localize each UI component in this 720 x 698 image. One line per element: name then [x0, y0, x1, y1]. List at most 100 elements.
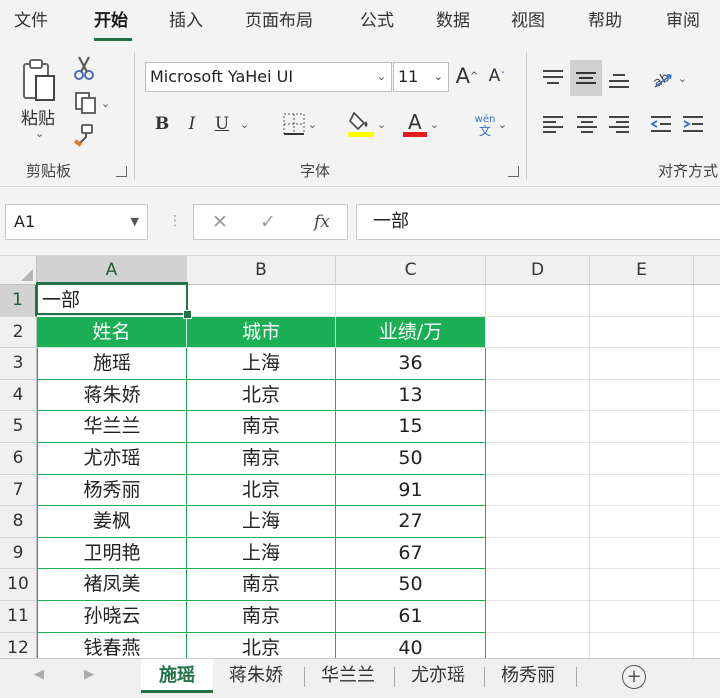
- table-cell[interactable]: 施瑶: [37, 348, 187, 380]
- align-right-icon[interactable]: [604, 108, 634, 140]
- align-left-icon[interactable]: [538, 108, 568, 140]
- tab-help[interactable]: 帮助: [588, 8, 622, 34]
- tab-page-layout[interactable]: 页面布局: [245, 8, 313, 34]
- empty-cell[interactable]: [486, 537, 590, 570]
- empty-cell[interactable]: [590, 443, 694, 475]
- copy-icon[interactable]: ⌄: [70, 90, 114, 116]
- table-cell[interactable]: 91: [336, 474, 486, 507]
- empty-cell[interactable]: [590, 411, 694, 443]
- empty-cell[interactable]: [694, 285, 720, 317]
- column-header-e[interactable]: E: [590, 256, 694, 285]
- table-cell[interactable]: 15: [336, 411, 486, 443]
- empty-cell[interactable]: [590, 506, 694, 538]
- empty-cell[interactable]: [486, 506, 590, 538]
- grow-font-button[interactable]: A ^: [454, 62, 480, 90]
- sheet-tab-2[interactable]: 蒋朱娇: [215, 659, 297, 693]
- empty-cell[interactable]: [590, 601, 694, 633]
- empty-cell[interactable]: [694, 538, 720, 570]
- column-header-f[interactable]: [694, 256, 720, 285]
- table-cell[interactable]: 北京: [187, 379, 336, 412]
- column-header-d[interactable]: D: [486, 256, 590, 285]
- empty-cell[interactable]: [486, 569, 590, 601]
- empty-cell[interactable]: [486, 474, 590, 507]
- table-header-cell[interactable]: 姓名: [37, 316, 187, 349]
- row-header-6[interactable]: 6: [0, 443, 37, 475]
- sheet-tab-1[interactable]: 施瑶: [141, 659, 213, 693]
- align-center-icon[interactable]: [572, 108, 602, 140]
- column-header-c[interactable]: C: [336, 256, 486, 285]
- table-cell[interactable]: 卫明艳: [37, 537, 187, 570]
- table-cell[interactable]: 蒋朱娇: [37, 379, 187, 412]
- bold-button[interactable]: B: [150, 110, 174, 138]
- empty-cell[interactable]: [590, 632, 694, 658]
- underline-dropdown-chevron-icon[interactable]: ⌄: [236, 110, 250, 138]
- table-cell[interactable]: 南京: [187, 443, 336, 475]
- fill-handle[interactable]: [183, 310, 192, 319]
- empty-cell[interactable]: [486, 348, 590, 380]
- table-cell[interactable]: 北京: [187, 474, 336, 507]
- table-cell[interactable]: 上海: [187, 537, 336, 570]
- row-header-1[interactable]: 1: [0, 285, 37, 317]
- enter-icon[interactable]: ✓: [260, 205, 276, 239]
- paste-dropdown-chevron-icon[interactable]: ⌄: [30, 126, 46, 140]
- shrink-font-button[interactable]: Aˇ: [484, 62, 510, 90]
- sheet-tab-3[interactable]: 华兰兰: [307, 659, 389, 693]
- orientation-icon[interactable]: ab ⌄: [646, 62, 692, 94]
- empty-cell[interactable]: [486, 316, 590, 349]
- table-cell[interactable]: 姜枫: [37, 506, 187, 538]
- phonetic-dropdown-chevron-icon[interactable]: ⌄: [494, 114, 508, 134]
- row-header-4[interactable]: 4: [0, 379, 37, 412]
- tab-insert[interactable]: 插入: [169, 8, 203, 34]
- empty-cell[interactable]: [694, 633, 720, 658]
- paste-button[interactable]: 粘贴: [16, 104, 60, 129]
- empty-cell[interactable]: [694, 443, 720, 475]
- decrease-indent-icon[interactable]: [646, 108, 676, 140]
- name-box[interactable]: A1 ▼: [5, 204, 148, 240]
- font-size-select[interactable]: 11 ⌄: [393, 62, 449, 92]
- empty-cell[interactable]: [486, 601, 590, 633]
- table-cell[interactable]: 61: [336, 601, 486, 633]
- empty-cell[interactable]: [694, 348, 720, 380]
- empty-cell[interactable]: [694, 380, 720, 412]
- clipboard-dialog-launcher-icon[interactable]: [116, 166, 127, 177]
- align-middle-icon[interactable]: [570, 60, 602, 96]
- empty-cell[interactable]: [590, 285, 694, 317]
- empty-cell[interactable]: [486, 632, 590, 658]
- empty-cell[interactable]: [590, 474, 694, 507]
- table-cell[interactable]: 36: [336, 348, 486, 380]
- empty-cell[interactable]: [486, 379, 590, 412]
- empty-cell[interactable]: [694, 411, 720, 443]
- font-dialog-launcher-icon[interactable]: [508, 166, 519, 177]
- empty-cell[interactable]: [694, 506, 720, 538]
- italic-button[interactable]: I: [180, 110, 204, 138]
- row-header-11[interactable]: 11: [0, 601, 37, 633]
- sheet-tab-4[interactable]: 尤亦瑶: [397, 659, 479, 693]
- cancel-icon[interactable]: ✕: [212, 205, 228, 239]
- empty-cell[interactable]: [486, 411, 590, 443]
- paste-icon[interactable]: [16, 56, 60, 106]
- row-header-8[interactable]: 8: [0, 506, 37, 538]
- table-cell[interactable]: 褚凤美: [37, 569, 187, 601]
- empty-cell[interactable]: [336, 285, 486, 317]
- table-cell[interactable]: 27: [336, 506, 486, 538]
- empty-cell[interactable]: [694, 569, 720, 601]
- format-painter-icon[interactable]: [70, 122, 98, 148]
- table-cell[interactable]: 南京: [187, 411, 336, 443]
- row-header-3[interactable]: 3: [0, 348, 37, 380]
- increase-indent-icon[interactable]: [678, 108, 708, 140]
- empty-cell[interactable]: [694, 475, 720, 507]
- column-header-b[interactable]: B: [187, 256, 336, 285]
- table-cell[interactable]: 尤亦瑶: [37, 443, 187, 475]
- row-header-10[interactable]: 10: [0, 569, 37, 601]
- table-cell[interactable]: 上海: [187, 348, 336, 380]
- empty-cell[interactable]: [486, 443, 590, 475]
- font-color-button[interactable]: A ⌄: [397, 108, 445, 140]
- align-top-icon[interactable]: [538, 62, 568, 94]
- table-cell[interactable]: 钱春燕: [37, 632, 187, 658]
- borders-button[interactable]: ⌄: [276, 110, 324, 138]
- cut-icon[interactable]: [72, 54, 96, 82]
- font-name-select[interactable]: Microsoft YaHei UI ⌄: [145, 62, 392, 92]
- formula-input[interactable]: 一部: [356, 204, 720, 240]
- fill-color-button[interactable]: ⌄: [343, 108, 391, 140]
- align-bottom-icon[interactable]: [604, 64, 634, 96]
